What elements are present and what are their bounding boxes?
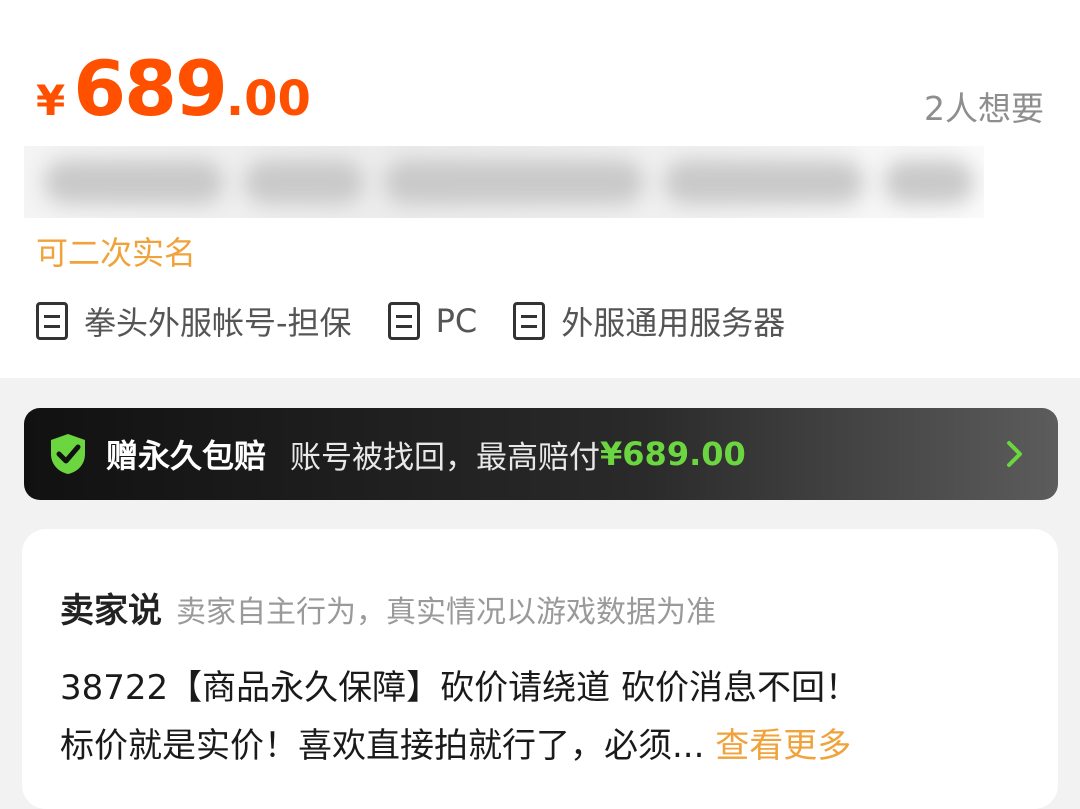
- seller-line-2-text: 标价就是实价！喜欢直接拍就行了，必须...: [60, 726, 705, 766]
- price-currency: ¥: [36, 76, 66, 125]
- seller-line-2: 标价就是实价！喜欢直接拍就行了，必须... 查看更多: [60, 717, 1020, 775]
- price-integer: 689: [73, 44, 228, 133]
- price-decimal: .00: [225, 71, 311, 127]
- tag-label: PC: [435, 302, 478, 340]
- wants-count: 2人想要: [924, 89, 1044, 128]
- seller-disclaimer: 卖家自主行为，真实情况以游戏数据为准: [176, 595, 716, 630]
- shield-check-icon: [51, 434, 85, 474]
- guarantee-desc: 账号被找回，最高赔付: [290, 439, 601, 476]
- tag-account-type: 拳头外服帐号-担保: [36, 298, 352, 344]
- tag-server: 外服通用服务器: [513, 298, 785, 344]
- seller-line-1: 38722【商品永久保障】砍价请绕道 砍价消息不回！: [60, 668, 859, 708]
- guarantee-banner[interactable]: 赠永久包赔 账号被找回，最高赔付 ¥689.00: [24, 408, 1058, 500]
- tag-platform: PC: [387, 302, 478, 340]
- blurred-product-title: [24, 146, 984, 218]
- guarantee-title: 赠永久包赔: [106, 437, 267, 475]
- chevron-right-icon: [1007, 441, 1022, 467]
- doc-icon: [513, 302, 546, 340]
- doc-icon: [387, 302, 420, 340]
- tag-label: 拳头外服帐号-担保: [84, 304, 352, 342]
- seller-header: 卖家说 卖家自主行为，真实情况以游戏数据为准: [60, 583, 716, 632]
- tag-label: 外服通用服务器: [561, 304, 786, 342]
- guarantee-amount: ¥689.00: [600, 435, 746, 473]
- real-name-tag: 可二次实名: [36, 234, 197, 272]
- seller-says-card: 卖家说 卖家自主行为，真实情况以游戏数据为准 38722【商品永久保障】砍价请绕…: [22, 529, 1058, 809]
- price: ¥ 689 .00: [36, 44, 311, 133]
- seller-description: 38722【商品永久保障】砍价请绕道 砍价消息不回！ 标价就是实价！喜欢直接拍就…: [60, 659, 1020, 775]
- product-info-card: ¥ 689 .00 2人想要 可二次实名 拳头外服帐号-担保 PC 外服通用服务…: [0, 0, 1080, 378]
- doc-icon: [36, 302, 68, 340]
- attribute-tags: 拳头外服帐号-担保 PC 外服通用服务器: [36, 298, 821, 344]
- view-more-link[interactable]: 查看更多: [715, 726, 851, 766]
- seller-title: 卖家说: [60, 591, 162, 631]
